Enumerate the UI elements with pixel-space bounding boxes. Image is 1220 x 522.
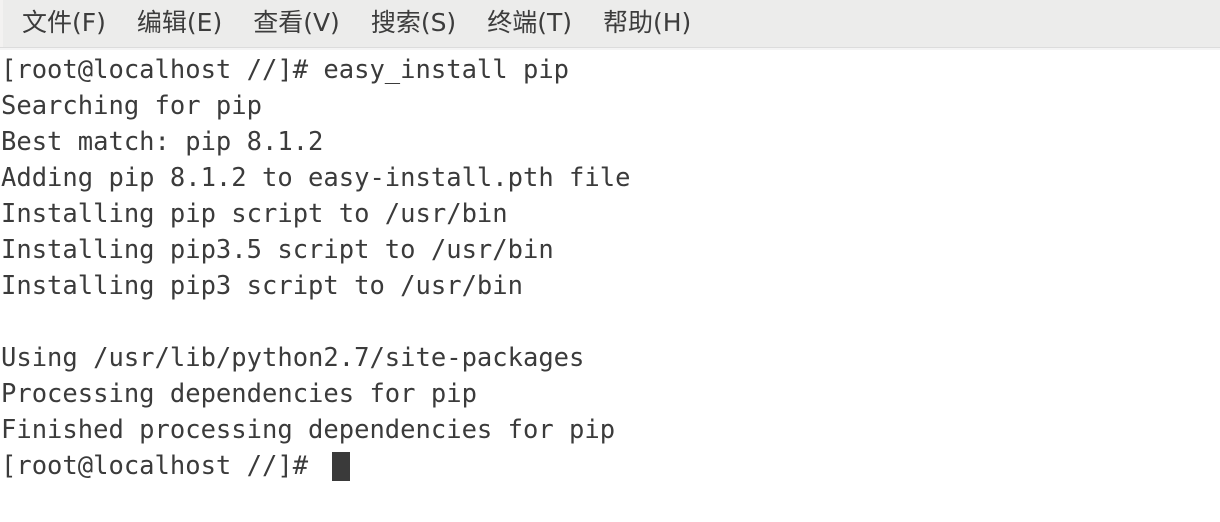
terminal-line: Installing pip script to /usr/bin xyxy=(1,199,508,229)
terminal-prompt: [root@localhost //]# xyxy=(1,451,324,481)
menu-bar: 文件(F) 编辑(E) 查看(V) 搜索(S) 终端(T) 帮助(H) xyxy=(0,0,1220,50)
terminal-output[interactable]: [root@localhost //]# easy_install pip Se… xyxy=(0,48,1220,522)
terminal-line: Adding pip 8.1.2 to easy-install.pth fil… xyxy=(1,163,631,193)
terminal-line: Installing pip3 script to /usr/bin xyxy=(1,271,523,301)
text-cursor xyxy=(332,451,351,481)
terminal-window: 文件(F) 编辑(E) 查看(V) 搜索(S) 终端(T) 帮助(H) [roo… xyxy=(0,0,1220,522)
menu-view[interactable]: 查看(V) xyxy=(244,6,349,41)
terminal-line: Finished processing dependencies for pip xyxy=(1,415,616,445)
terminal-line: [root@localhost //]# easy_install pip xyxy=(1,55,570,85)
terminal-line: Processing dependencies for pip xyxy=(1,379,477,409)
menu-terminal[interactable]: 终端(T) xyxy=(478,6,581,41)
terminal-prompt-line[interactable]: [root@localhost //]# xyxy=(0,448,1220,484)
menu-file[interactable]: 文件(F) xyxy=(13,6,115,41)
terminal-line: Best match: pip 8.1.2 xyxy=(1,127,324,157)
terminal-line: Installing pip3.5 script to /usr/bin xyxy=(1,235,554,265)
menu-edit[interactable]: 编辑(E) xyxy=(128,6,231,41)
terminal-line: Using /usr/lib/python2.7/site-packages xyxy=(1,343,585,373)
menu-search[interactable]: 搜索(S) xyxy=(362,6,465,41)
menu-help[interactable]: 帮助(H) xyxy=(594,6,700,41)
terminal-line: Searching for pip xyxy=(1,91,262,121)
